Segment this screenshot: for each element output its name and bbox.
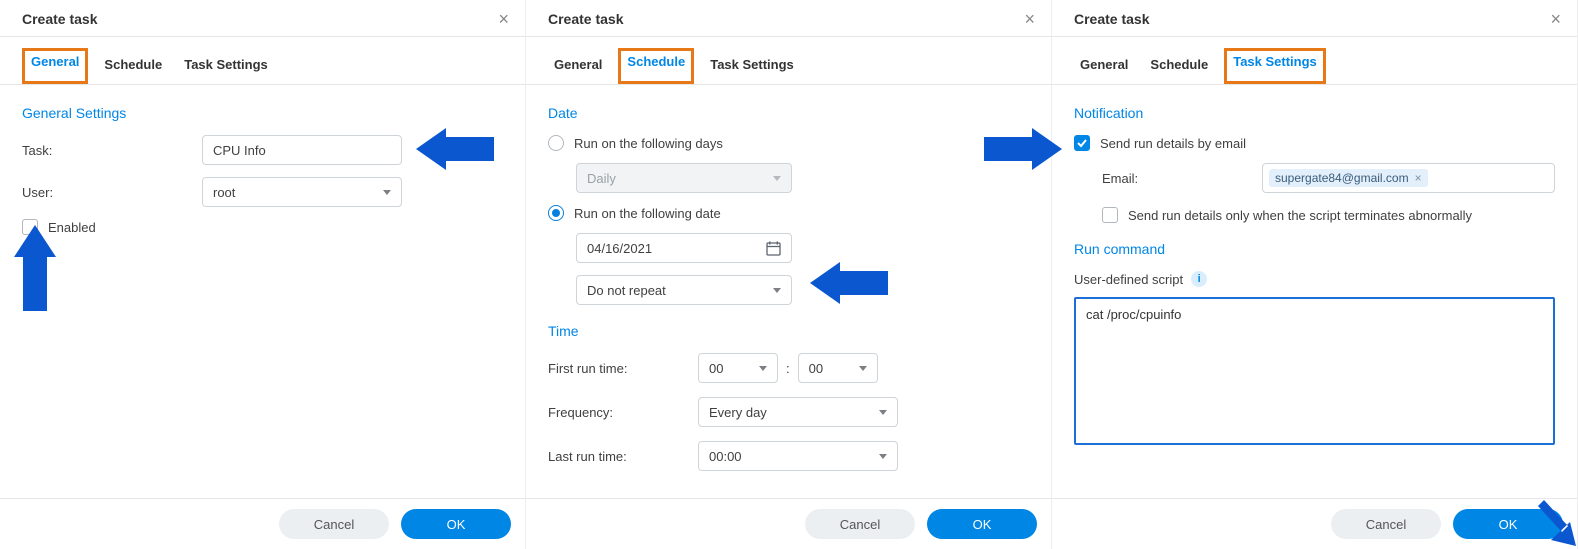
tab-schedule[interactable]: Schedule bbox=[1144, 51, 1214, 84]
chevron-down-icon bbox=[383, 190, 391, 195]
tab-schedule[interactable]: Schedule bbox=[98, 51, 168, 84]
user-select-value: root bbox=[213, 185, 235, 200]
calendar-icon bbox=[766, 241, 781, 256]
dialog-task-settings: Create task × General Schedule Task Sett… bbox=[1052, 0, 1578, 549]
last-run-select[interactable]: 00:00 bbox=[698, 441, 898, 471]
radio-run-days[interactable] bbox=[548, 135, 564, 151]
user-label: User: bbox=[22, 185, 202, 200]
enabled-checkbox[interactable] bbox=[22, 219, 38, 235]
enabled-label: Enabled bbox=[48, 220, 96, 235]
send-email-label: Send run details by email bbox=[1100, 136, 1246, 151]
dialog-body: Notification Send run details by email E… bbox=[1052, 85, 1577, 498]
abnormal-checkbox[interactable] bbox=[1102, 207, 1118, 223]
dialog-general: Create task × General Schedule Task Sett… bbox=[0, 0, 526, 549]
abnormal-label: Send run details only when the script te… bbox=[1128, 208, 1472, 223]
repeat-select[interactable]: Do not repeat bbox=[576, 275, 792, 305]
chevron-down-icon bbox=[759, 366, 767, 371]
send-email-checkbox[interactable] bbox=[1074, 135, 1090, 151]
tab-bar: General Schedule Task Settings bbox=[0, 37, 525, 85]
tab-task-settings[interactable]: Task Settings bbox=[178, 51, 274, 84]
task-label: Task: bbox=[22, 143, 202, 158]
frequency-value: Every day bbox=[709, 405, 767, 420]
dialog-title: Create task bbox=[22, 11, 98, 27]
daily-value: Daily bbox=[587, 171, 616, 186]
dialog-header: Create task × bbox=[1052, 0, 1577, 37]
hour-select[interactable]: 00 bbox=[698, 353, 778, 383]
run-days-label: Run on the following days bbox=[574, 136, 723, 151]
section-date: Date bbox=[548, 105, 1029, 121]
dialog-footer: Cancel OK bbox=[526, 498, 1051, 549]
dialog-title: Create task bbox=[548, 11, 624, 27]
cancel-button[interactable]: Cancel bbox=[279, 509, 389, 539]
email-chip: supergate84@gmail.com × bbox=[1269, 169, 1428, 187]
date-value: 04/16/2021 bbox=[587, 241, 652, 256]
tab-bar: General Schedule Task Settings bbox=[526, 37, 1051, 85]
cancel-button[interactable]: Cancel bbox=[805, 509, 915, 539]
frequency-label: Frequency: bbox=[548, 405, 698, 420]
task-input-field[interactable] bbox=[213, 143, 391, 158]
section-general-settings: General Settings bbox=[22, 105, 503, 121]
tab-schedule[interactable]: Schedule bbox=[618, 48, 694, 84]
chevron-down-icon bbox=[773, 176, 781, 181]
dialog-schedule: Create task × General Schedule Task Sett… bbox=[526, 0, 1052, 549]
cancel-button[interactable]: Cancel bbox=[1331, 509, 1441, 539]
tab-general[interactable]: General bbox=[1074, 51, 1134, 84]
chevron-down-icon bbox=[773, 288, 781, 293]
dialog-footer: Cancel OK bbox=[0, 498, 525, 549]
info-icon[interactable]: i bbox=[1191, 271, 1207, 287]
dialog-header: Create task × bbox=[0, 0, 525, 37]
radio-run-date[interactable] bbox=[548, 205, 564, 221]
run-date-label: Run on the following date bbox=[574, 206, 721, 221]
email-chip-text: supergate84@gmail.com bbox=[1275, 171, 1409, 185]
ok-button[interactable]: OK bbox=[1453, 509, 1563, 539]
last-run-value: 00:00 bbox=[709, 449, 742, 464]
dialog-footer: Cancel OK bbox=[1052, 498, 1577, 549]
tab-task-settings[interactable]: Task Settings bbox=[704, 51, 800, 84]
dialog-body: Date Run on the following days Daily Run… bbox=[526, 85, 1051, 498]
chevron-down-icon bbox=[879, 410, 887, 415]
frequency-select[interactable]: Every day bbox=[698, 397, 898, 427]
first-run-label: First run time: bbox=[548, 361, 698, 376]
section-run-command: Run command bbox=[1074, 241, 1555, 257]
chip-remove-icon[interactable]: × bbox=[1415, 171, 1422, 185]
time-colon: : bbox=[786, 361, 790, 376]
dialog-header: Create task × bbox=[526, 0, 1051, 37]
section-notification: Notification bbox=[1074, 105, 1555, 121]
script-textarea[interactable] bbox=[1074, 297, 1555, 445]
user-script-label: User-defined script bbox=[1074, 272, 1183, 287]
ok-button[interactable]: OK bbox=[401, 509, 511, 539]
dialog-body: General Settings Task: User: root Enable… bbox=[0, 85, 525, 498]
last-run-label: Last run time: bbox=[548, 449, 698, 464]
date-input[interactable]: 04/16/2021 bbox=[576, 233, 792, 263]
section-time: Time bbox=[548, 323, 1029, 339]
tab-general[interactable]: General bbox=[548, 51, 608, 84]
close-icon[interactable]: × bbox=[498, 10, 509, 28]
tab-general[interactable]: General bbox=[22, 48, 88, 84]
tab-bar: General Schedule Task Settings bbox=[1052, 37, 1577, 85]
repeat-value: Do not repeat bbox=[587, 283, 666, 298]
daily-select: Daily bbox=[576, 163, 792, 193]
task-input[interactable] bbox=[202, 135, 402, 165]
close-icon[interactable]: × bbox=[1550, 10, 1561, 28]
tab-task-settings[interactable]: Task Settings bbox=[1224, 48, 1326, 84]
user-select[interactable]: root bbox=[202, 177, 402, 207]
minute-select[interactable]: 00 bbox=[798, 353, 878, 383]
email-label: Email: bbox=[1102, 171, 1262, 186]
close-icon[interactable]: × bbox=[1024, 10, 1035, 28]
dialog-title: Create task bbox=[1074, 11, 1150, 27]
chevron-down-icon bbox=[859, 366, 867, 371]
ok-button[interactable]: OK bbox=[927, 509, 1037, 539]
email-input[interactable]: supergate84@gmail.com × bbox=[1262, 163, 1555, 193]
minute-value: 00 bbox=[809, 361, 823, 376]
hour-value: 00 bbox=[709, 361, 723, 376]
chevron-down-icon bbox=[879, 454, 887, 459]
